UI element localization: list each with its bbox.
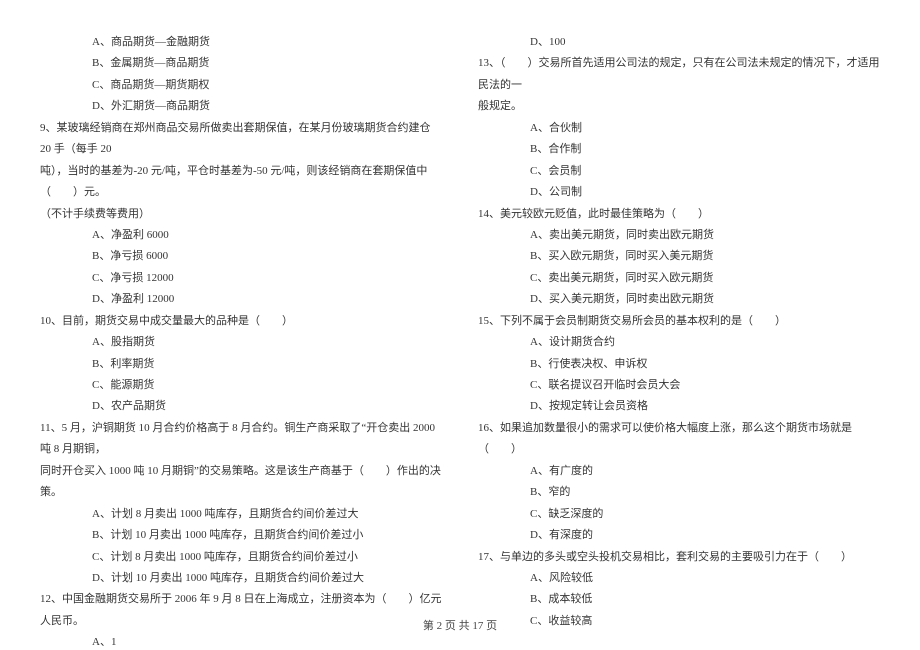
q9-line2: 吨），当时的基差为-20 元/吨，平仓时基差为-50 元/吨，则该经销商在套期保…: [40, 161, 442, 204]
q13-option-b: B、合作制: [478, 139, 880, 160]
q17-stem: 17、与单边的多头或空头投机交易相比，套利交易的主要吸引力在于（ ）: [478, 547, 880, 568]
q8-option-b: B、金属期货—商品期货: [40, 53, 442, 74]
q13-option-a: A、合伙制: [478, 118, 880, 139]
q11-line2: 同时开仓买入 1000 吨 10 月期铜”的交易策略。这是该生产商基于（ ）作出…: [40, 461, 442, 504]
q10-option-c: C、能源期货: [40, 375, 442, 396]
q8-option-a: A、商品期货—金融期货: [40, 32, 442, 53]
q13-line2: 般规定。: [478, 96, 880, 117]
q12-stem: 12、中国金融期货交易所于 2006 年 9 月 8 日在上海成立，注册资本为（…: [40, 589, 442, 632]
q11-option-c: C、计划 8 月卖出 1000 吨库存，且期货合约间价差过小: [40, 547, 442, 568]
right-column: D、100 13、（ ）交易所首先适用公司法的规定，只有在公司法未规定的情况下，…: [460, 32, 880, 610]
page-body: A、商品期货—金融期货 B、金属期货—商品期货 C、商品期货—期货期权 D、外汇…: [0, 0, 920, 610]
q15-option-c: C、联名提议召开临时会员大会: [478, 375, 880, 396]
q12-option-d: D、100: [478, 32, 880, 53]
q14-stem: 14、美元较欧元贬值，此时最佳策略为（ ）: [478, 204, 880, 225]
q9-option-d: D、净盈利 12000: [40, 289, 442, 310]
q13-line1: 13、（ ）交易所首先适用公司法的规定，只有在公司法未规定的情况下，才适用民法的…: [478, 53, 880, 96]
q15-option-b: B、行使表决权、申诉权: [478, 354, 880, 375]
q17-option-c: C、收益较高: [478, 611, 880, 632]
q14-option-d: D、买入美元期货，同时卖出欧元期货: [478, 289, 880, 310]
q16-option-b: B、窄的: [478, 482, 880, 503]
q9-option-c: C、净亏损 12000: [40, 268, 442, 289]
q12-option-a: A、1: [40, 632, 442, 650]
q15-option-a: A、设计期货合约: [478, 332, 880, 353]
q15-option-d: D、按规定转让会员资格: [478, 396, 880, 417]
q11-option-b: B、计划 10 月卖出 1000 吨库存，且期货合约间价差过小: [40, 525, 442, 546]
q9-option-b: B、净亏损 6000: [40, 246, 442, 267]
q16-option-c: C、缺乏深度的: [478, 504, 880, 525]
q9-option-a: A、净盈利 6000: [40, 225, 442, 246]
q14-option-b: B、买入欧元期货，同时买入美元期货: [478, 246, 880, 267]
q9-line3: （不计手续费等费用）: [40, 204, 442, 225]
q13-option-c: C、会员制: [478, 161, 880, 182]
q10-option-d: D、农产品期货: [40, 396, 442, 417]
q10-stem: 10、目前，期货交易中成交量最大的品种是（ ）: [40, 311, 442, 332]
q16-option-a: A、有广度的: [478, 461, 880, 482]
q17-option-b: B、成本较低: [478, 589, 880, 610]
q11-option-d: D、计划 10 月卖出 1000 吨库存，且期货合约间价差过大: [40, 568, 442, 589]
q8-option-d: D、外汇期货—商品期货: [40, 96, 442, 117]
q17-option-a: A、风险较低: [478, 568, 880, 589]
q14-option-a: A、卖出美元期货，同时卖出欧元期货: [478, 225, 880, 246]
q8-option-c: C、商品期货—期货期权: [40, 75, 442, 96]
q15-stem: 15、下列不属于会员制期货交易所会员的基本权利的是（ ）: [478, 311, 880, 332]
q13-option-d: D、公司制: [478, 182, 880, 203]
q9-line1: 9、某玻璃经销商在郑州商品交易所做卖出套期保值，在某月份玻璃期货合约建仓 20 …: [40, 118, 442, 161]
q10-option-a: A、股指期货: [40, 332, 442, 353]
q11-option-a: A、计划 8 月卖出 1000 吨库存，且期货合约间价差过大: [40, 504, 442, 525]
q11-line1: 11、5 月，沪铜期货 10 月合约价格高于 8 月合约。铜生产商采取了“开仓卖…: [40, 418, 442, 461]
q16-stem: 16、如果追加数量很小的需求可以使价格大幅度上涨，那么这个期货市场就是（ ）: [478, 418, 880, 461]
left-column: A、商品期货—金融期货 B、金属期货—商品期货 C、商品期货—期货期权 D、外汇…: [40, 32, 460, 610]
q14-option-c: C、卖出美元期货，同时买入欧元期货: [478, 268, 880, 289]
q10-option-b: B、利率期货: [40, 354, 442, 375]
q16-option-d: D、有深度的: [478, 525, 880, 546]
